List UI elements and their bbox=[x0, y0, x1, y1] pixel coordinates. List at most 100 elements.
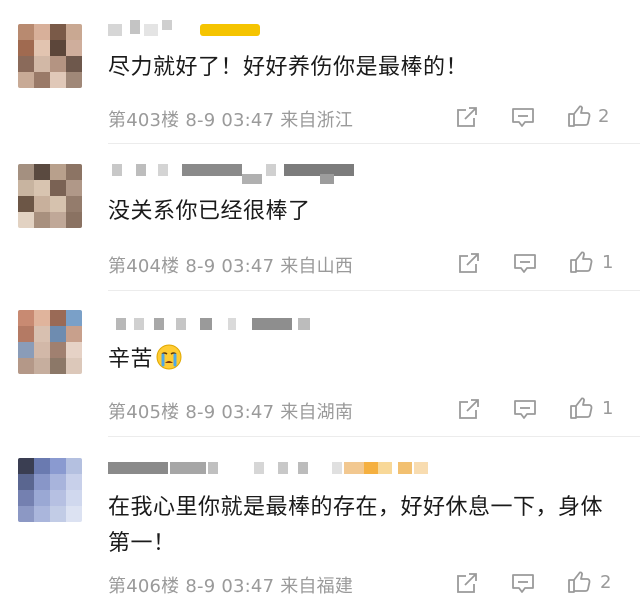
avatar-pixel bbox=[50, 40, 66, 56]
floor-number: 第404楼 bbox=[108, 256, 180, 277]
avatar[interactable] bbox=[18, 24, 82, 88]
avatar-pixel bbox=[18, 24, 34, 40]
avatar-pixel bbox=[66, 310, 82, 326]
avatar-pixel bbox=[34, 196, 50, 212]
avatar-pixel bbox=[66, 212, 82, 228]
avatar-pixel bbox=[66, 40, 82, 56]
comment-meta: 第403楼 8-9 03:47 来自浙江 bbox=[108, 106, 353, 132]
avatar[interactable] bbox=[18, 164, 82, 228]
comment-time: 03:47 bbox=[221, 256, 275, 277]
share-icon[interactable] bbox=[456, 396, 482, 422]
comment-icon[interactable] bbox=[512, 396, 538, 422]
avatar[interactable] bbox=[18, 310, 82, 374]
comment-location: 来自福建 bbox=[280, 576, 354, 597]
username-redacted[interactable] bbox=[108, 20, 588, 40]
avatar-pixel bbox=[50, 506, 66, 522]
comment-text: 在我心里你就是最棒的存在，好好休息一下，身体第一！ bbox=[108, 495, 604, 556]
avatar-pixel bbox=[34, 180, 50, 196]
username-redacted[interactable] bbox=[108, 160, 588, 184]
comment-location: 来自湖南 bbox=[280, 402, 354, 423]
comment-text-content: 辛苦 bbox=[108, 347, 154, 372]
floor-number: 第405楼 bbox=[108, 402, 180, 423]
comment-time: 03:47 bbox=[221, 576, 275, 597]
avatar-pixel bbox=[66, 56, 82, 72]
avatar-pixel bbox=[18, 72, 34, 88]
avatar-pixel bbox=[50, 212, 66, 228]
comment-date: 8-9 bbox=[185, 256, 216, 277]
avatar-pixel bbox=[66, 490, 82, 506]
avatar-pixel bbox=[34, 72, 50, 88]
avatar-pixel bbox=[34, 458, 50, 474]
avatar-pixel bbox=[66, 458, 82, 474]
avatar-pixel bbox=[18, 164, 34, 180]
avatar-pixel bbox=[50, 180, 66, 196]
avatar-pixel bbox=[50, 164, 66, 180]
share-icon[interactable] bbox=[454, 104, 480, 130]
divider bbox=[108, 290, 640, 291]
avatar-pixel bbox=[18, 490, 34, 506]
avatar-pixel bbox=[50, 196, 66, 212]
like-icon[interactable] bbox=[568, 395, 594, 421]
comment-meta: 第404楼 8-9 03:47 来自山西 bbox=[108, 252, 353, 278]
avatar-pixel bbox=[18, 196, 34, 212]
avatar-pixel bbox=[18, 56, 34, 72]
avatar-pixel bbox=[34, 56, 50, 72]
avatar-pixel bbox=[50, 342, 66, 358]
avatar-pixel bbox=[18, 212, 34, 228]
share-icon[interactable] bbox=[456, 250, 482, 276]
avatar-pixel bbox=[18, 326, 34, 342]
like-icon[interactable] bbox=[566, 569, 592, 595]
comment-time: 03:47 bbox=[221, 402, 275, 423]
avatar-pixel bbox=[18, 342, 34, 358]
avatar-pixel bbox=[18, 458, 34, 474]
username-redacted[interactable] bbox=[108, 458, 588, 478]
avatar-pixel bbox=[34, 358, 50, 374]
avatar-pixel bbox=[50, 490, 66, 506]
avatar-pixel bbox=[50, 72, 66, 88]
like-count: 1 bbox=[602, 252, 614, 273]
avatar-pixel bbox=[50, 358, 66, 374]
floor-number: 第403楼 bbox=[108, 110, 180, 131]
floor-number: 第406楼 bbox=[108, 576, 180, 597]
avatar-pixel bbox=[66, 24, 82, 40]
avatar-pixel bbox=[18, 358, 34, 374]
avatar-pixel bbox=[50, 24, 66, 40]
avatar-pixel bbox=[50, 310, 66, 326]
avatar[interactable] bbox=[18, 458, 82, 522]
avatar-pixel bbox=[34, 310, 50, 326]
avatar-pixel bbox=[34, 474, 50, 490]
avatar-pixel bbox=[66, 506, 82, 522]
comment-icon[interactable] bbox=[512, 250, 538, 276]
like-count: 1 bbox=[602, 398, 614, 419]
like-icon[interactable] bbox=[566, 103, 592, 129]
avatar-pixel bbox=[34, 212, 50, 228]
like-icon[interactable] bbox=[568, 249, 594, 275]
avatar-pixel bbox=[50, 458, 66, 474]
avatar-pixel bbox=[34, 40, 50, 56]
avatar-pixel bbox=[66, 164, 82, 180]
comment-text: 尽力就好了！好好养伤你是最棒的！ bbox=[108, 55, 469, 80]
avatar-pixel bbox=[34, 164, 50, 180]
avatar-pixel bbox=[50, 56, 66, 72]
comment-location: 来自山西 bbox=[280, 256, 354, 277]
comment-location: 来自浙江 bbox=[280, 110, 354, 131]
avatar-pixel bbox=[50, 326, 66, 342]
comment-time: 03:47 bbox=[221, 110, 275, 131]
avatar-pixel bbox=[34, 24, 50, 40]
comment-icon[interactable] bbox=[510, 570, 536, 596]
comment-icon[interactable] bbox=[510, 104, 536, 130]
avatar-pixel bbox=[66, 358, 82, 374]
avatar-pixel bbox=[18, 474, 34, 490]
avatar-pixel bbox=[50, 474, 66, 490]
avatar-pixel bbox=[34, 490, 50, 506]
divider bbox=[108, 436, 640, 437]
avatar-pixel bbox=[18, 310, 34, 326]
avatar-pixel bbox=[66, 72, 82, 88]
comment-date: 8-9 bbox=[185, 576, 216, 597]
avatar-pixel bbox=[66, 326, 82, 342]
avatar-pixel bbox=[66, 180, 82, 196]
share-icon[interactable] bbox=[454, 570, 480, 596]
username-redacted[interactable] bbox=[108, 314, 588, 334]
comment-text: 没关系你已经很棒了 bbox=[108, 199, 311, 224]
comment-date: 8-9 bbox=[185, 402, 216, 423]
